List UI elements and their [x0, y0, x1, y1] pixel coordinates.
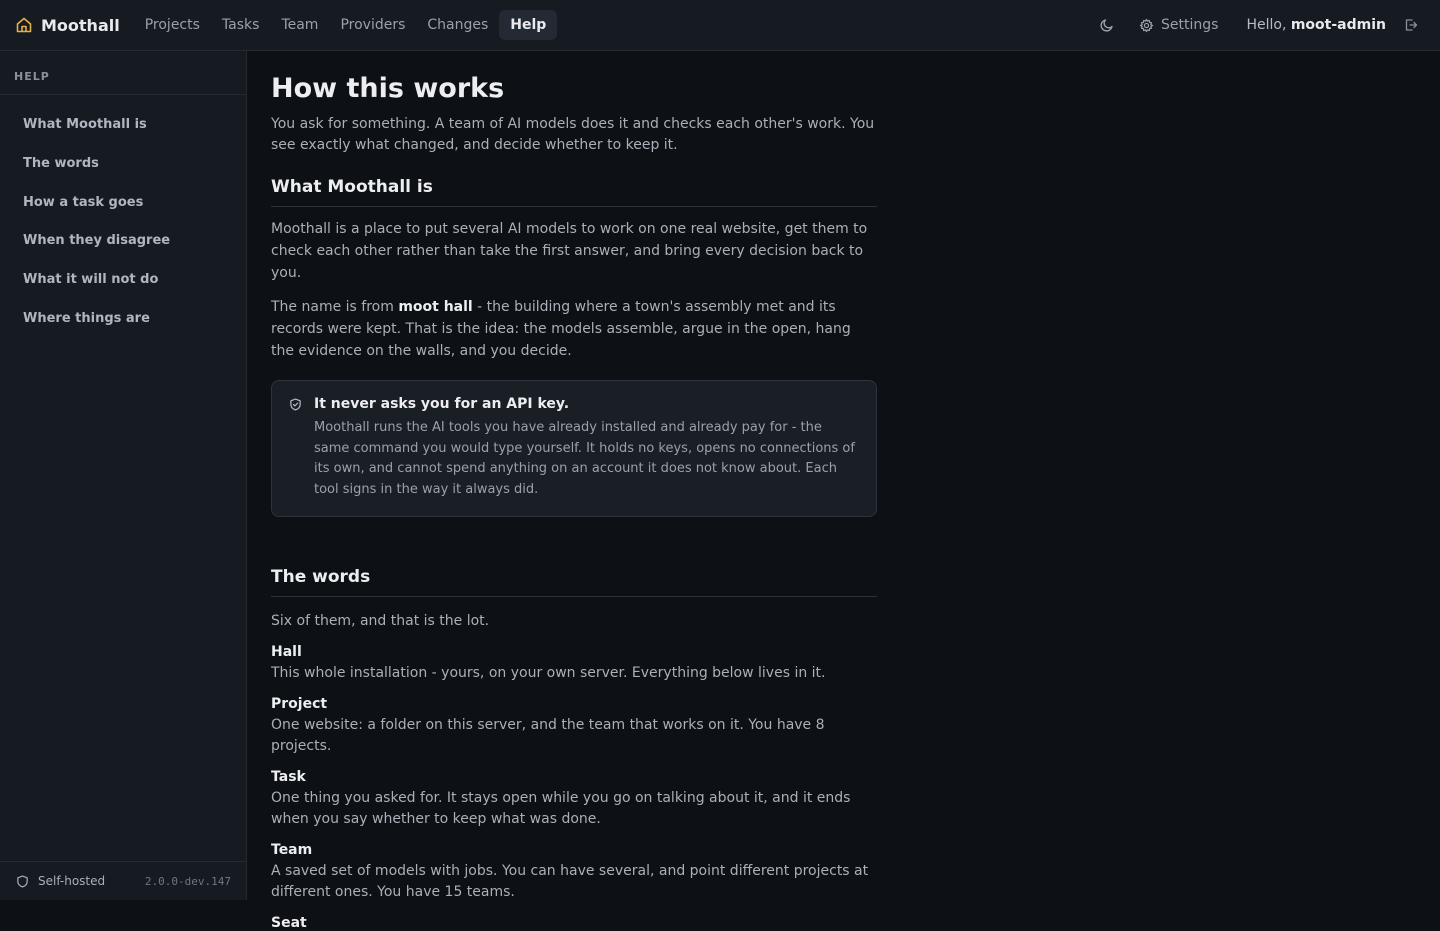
term-task: Task One thing you asked for. It stays o…: [271, 769, 877, 830]
term-team: Team A saved set of models with jobs. Yo…: [271, 842, 877, 903]
settings-label: Settings: [1161, 17, 1219, 33]
api-key-callout: It never asks you for an API key. Mootha…: [271, 380, 877, 517]
term-title: Task: [271, 769, 306, 785]
section-heading-what-moothall-is: What Moothall is: [271, 177, 877, 207]
term-title: Project: [271, 696, 328, 712]
username: moot-admin: [1290, 17, 1386, 33]
section-heading-the-words: The words: [271, 567, 877, 597]
logout-icon[interactable]: [1404, 18, 1418, 32]
self-hosted-label: Self-hosted: [38, 874, 106, 888]
page-title: How this works: [271, 73, 505, 104]
sidebar-item-when-they-disagree[interactable]: When they disagree: [0, 222, 246, 261]
nav-tasks[interactable]: Tasks: [211, 10, 271, 40]
term-definition: This whole installation - yours, on your…: [271, 665, 826, 681]
gear-icon: [1139, 18, 1154, 33]
nav-team[interactable]: Team: [270, 10, 329, 40]
sidebar-item-what-moothall-is[interactable]: What Moothall is: [0, 106, 246, 145]
callout-body: Moothall runs the AI tools you have alre…: [314, 420, 855, 497]
nav-projects[interactable]: Projects: [134, 10, 211, 40]
nav-changes[interactable]: Changes: [416, 10, 499, 40]
term-hall: Hall This whole installation - yours, on…: [271, 644, 877, 684]
sidebar-item-the-words[interactable]: The words: [0, 145, 246, 184]
page-lead: You ask for something. A team of AI mode…: [271, 116, 875, 153]
settings-button[interactable]: Settings: [1139, 17, 1218, 33]
term-project: Project One website: a folder on this se…: [271, 696, 877, 757]
user-greeting: Hello, moot-admin: [1246, 17, 1386, 33]
hall-logo-icon: [15, 16, 33, 34]
term-title: Seat: [271, 915, 307, 931]
term-title: Hall: [271, 644, 302, 660]
top-bar: Moothall Projects Tasks Team Providers C…: [0, 0, 1440, 51]
term-title: Team: [271, 842, 313, 858]
help-sidebar: HELP What Moothall is The words How a ta…: [0, 51, 247, 900]
p2-bold: moot hall: [398, 299, 473, 315]
term-definition: One thing you asked for. It stays open w…: [271, 790, 851, 827]
section1-paragraph-2: The name is from moot hall - the buildin…: [271, 296, 877, 362]
help-content: How this works You ask for something. A …: [271, 51, 877, 931]
shield-icon: [16, 875, 29, 888]
section2-intro: Six of them, and that is the lot.: [271, 613, 490, 629]
nav-providers[interactable]: Providers: [329, 10, 416, 40]
p2-before: The name is from: [271, 299, 394, 315]
sidebar-item-where-things-are[interactable]: Where things are: [0, 300, 246, 339]
main-nav: Projects Tasks Team Providers Changes He…: [134, 0, 558, 50]
callout-title: It never asks you for an API key.: [314, 396, 570, 412]
sidebar-heading: HELP: [0, 51, 246, 95]
sidebar-item-how-a-task-goes[interactable]: How a task goes: [0, 184, 246, 223]
term-definition: A saved set of models with jobs. You can…: [271, 863, 869, 900]
nav-help[interactable]: Help: [499, 10, 558, 40]
shield-check-icon: [289, 398, 302, 411]
brand[interactable]: Moothall: [15, 16, 120, 35]
term-definition: One website: a folder on this server, an…: [271, 717, 825, 754]
sidebar-footer: Self-hosted 2.0.0-dev.147: [0, 861, 246, 900]
sidebar-item-what-it-will-not-do[interactable]: What it will not do: [0, 261, 246, 300]
moon-icon[interactable]: [1099, 17, 1115, 33]
brand-name: Moothall: [41, 15, 120, 35]
version-label: 2.0.0-dev.147: [144, 874, 231, 888]
greeting-prefix: Hello,: [1246, 17, 1287, 33]
term-seat: Seat: [271, 915, 877, 931]
sidebar-list: What Moothall is The words How a task go…: [0, 95, 246, 339]
section1-paragraph-1: Moothall is a place to put several AI mo…: [271, 221, 868, 281]
